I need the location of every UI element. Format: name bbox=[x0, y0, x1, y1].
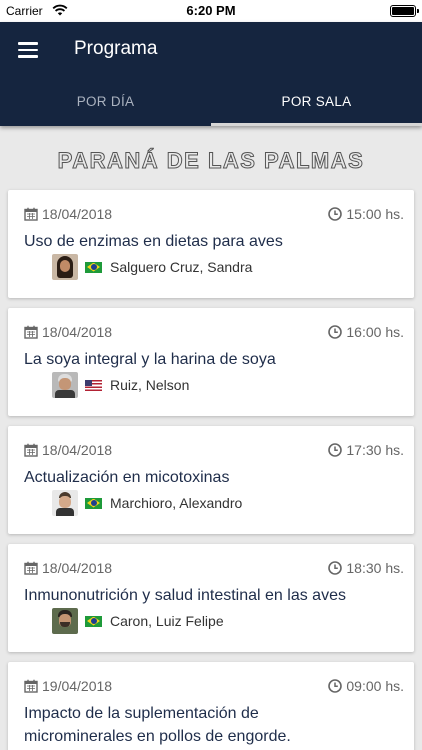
session-title: Impacto de la suplementación de micromin… bbox=[24, 702, 402, 748]
session-title: La soya integral y la harina de soya bbox=[24, 351, 276, 368]
clock-icon bbox=[328, 325, 343, 339]
battery-icon bbox=[390, 5, 419, 17]
speaker: Caron, Luiz Felipe bbox=[52, 608, 224, 634]
speaker-name: Ruiz, Nelson bbox=[110, 377, 190, 393]
calendar-icon bbox=[24, 679, 38, 693]
calendar-icon bbox=[24, 561, 38, 575]
speaker: Marchioro, Alexandro bbox=[52, 490, 242, 516]
clock-icon bbox=[328, 561, 343, 575]
session-card[interactable]: 18/04/2018 16:00 hs. La soya integral y … bbox=[8, 308, 414, 416]
session-title: Actualización en micotoxinas bbox=[24, 469, 230, 486]
session-date: 18/04/2018 bbox=[24, 560, 112, 576]
speaker-avatar bbox=[52, 608, 78, 634]
session-time-text: 15:00 hs. bbox=[346, 206, 404, 222]
session-date-text: 18/04/2018 bbox=[42, 206, 113, 222]
app-bar: Programa POR DÍA POR SALA bbox=[0, 22, 422, 126]
session-time-text: 09:00 hs. bbox=[346, 678, 404, 694]
clock-icon bbox=[328, 207, 343, 221]
tab-bar: POR DÍA POR SALA bbox=[0, 80, 422, 126]
session-date-text: 18/04/2018 bbox=[42, 324, 113, 340]
session-date: 18/04/2018 bbox=[24, 442, 112, 458]
session-time-text: 17:30 hs. bbox=[346, 442, 404, 458]
session-title-line: microminerales en pollos de engorde. bbox=[24, 728, 291, 745]
tab-por-dia[interactable]: POR DÍA bbox=[0, 80, 211, 126]
brazil-flag-icon bbox=[85, 497, 102, 509]
session-card[interactable]: 18/04/2018 18:30 hs. Inmunonutrición y s… bbox=[8, 544, 414, 652]
session-date: 18/04/2018 bbox=[24, 324, 112, 340]
session-time: 15:00 hs. bbox=[328, 206, 404, 222]
session-date: 18/04/2018 bbox=[24, 206, 112, 222]
session-card[interactable]: 18/04/2018 15:00 hs. Uso de enzimas en d… bbox=[8, 190, 414, 298]
calendar-icon bbox=[24, 325, 38, 339]
usa-flag-icon bbox=[85, 379, 102, 391]
session-time: 16:00 hs. bbox=[328, 324, 404, 340]
session-time-text: 18:30 hs. bbox=[346, 560, 404, 576]
session-date-text: 18/04/2018 bbox=[42, 560, 113, 576]
speaker: Ruiz, Nelson bbox=[52, 372, 189, 398]
session-date-text: 18/04/2018 bbox=[42, 442, 113, 458]
session-title-line: Impacto de la suplementación de bbox=[24, 705, 259, 722]
session-time: 09:00 hs. bbox=[328, 678, 404, 694]
session-card[interactable]: 19/04/2018 09:00 hs. Impacto de la suple… bbox=[8, 662, 414, 750]
hamburger-menu-icon[interactable] bbox=[18, 41, 40, 59]
session-time: 18:30 hs. bbox=[328, 560, 404, 576]
calendar-icon bbox=[24, 443, 38, 457]
tab-por-sala[interactable]: POR SALA bbox=[211, 80, 422, 126]
page-title: Programa bbox=[74, 38, 158, 59]
session-title: Uso de enzimas en dietas para aves bbox=[24, 233, 283, 250]
session-time-text: 16:00 hs. bbox=[346, 324, 404, 340]
room-title: PARANÁ DE LAS PALMAS bbox=[57, 148, 365, 174]
speaker-avatar bbox=[52, 254, 78, 280]
session-date-text: 19/04/2018 bbox=[42, 678, 113, 694]
session-date: 19/04/2018 bbox=[24, 678, 112, 694]
speaker-name: Caron, Luiz Felipe bbox=[110, 613, 224, 629]
speaker-avatar bbox=[52, 372, 78, 398]
speaker-name: Salguero Cruz, Sandra bbox=[110, 259, 253, 275]
speaker: Salguero Cruz, Sandra bbox=[52, 254, 252, 280]
status-bar: Carrier 6:20 PM bbox=[0, 0, 422, 22]
speaker-avatar bbox=[52, 490, 78, 516]
session-time: 17:30 hs. bbox=[328, 442, 404, 458]
brazil-flag-icon bbox=[85, 261, 102, 273]
clock-label: 6:20 PM bbox=[186, 3, 236, 18]
brazil-flag-icon bbox=[85, 615, 102, 627]
calendar-icon bbox=[24, 207, 38, 221]
clock-icon bbox=[328, 679, 343, 693]
speaker-name: Marchioro, Alexandro bbox=[110, 495, 243, 511]
session-card[interactable]: 18/04/2018 17:30 hs. Actualización en mi… bbox=[8, 426, 414, 534]
clock-icon bbox=[328, 443, 343, 457]
session-title: Inmunonutrición y salud intestinal en la… bbox=[24, 587, 346, 604]
